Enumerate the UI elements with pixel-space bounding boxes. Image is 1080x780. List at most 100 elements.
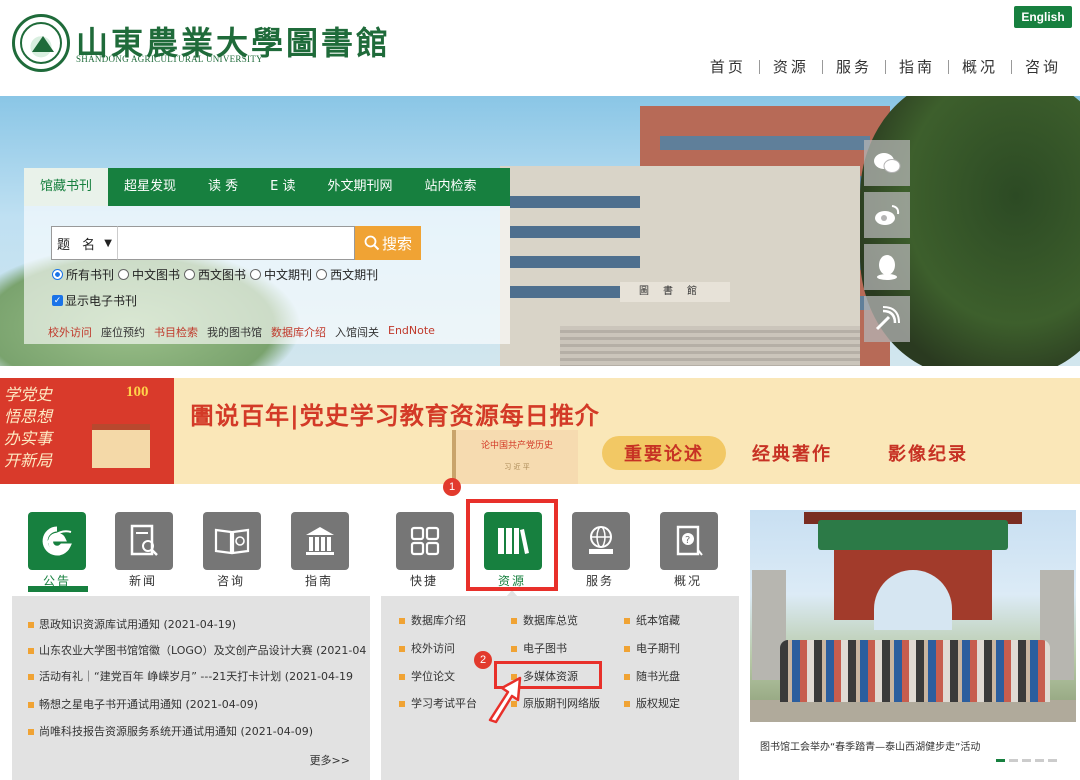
overview-label[interactable]: 概况 [653, 572, 723, 589]
seal-inner [20, 22, 62, 64]
service-label[interactable]: 服务 [565, 572, 635, 589]
radio-all[interactable]: 所有书刊 [52, 266, 114, 283]
list-item[interactable]: 活动有礼｜“建党百年 峥嵘岁月” ---21天打卡计划 (2021-04-19 [28, 668, 368, 684]
res-label: 学位论文 [411, 670, 455, 683]
link-catalog[interactable]: 书目检索 [154, 324, 198, 340]
res-exam-platform[interactable]: 学习考试平台 [399, 695, 477, 711]
photo-caption[interactable]: 图书馆工会举办“春季踏青—泰山西湖健步走”活动 [760, 738, 980, 753]
news-photo[interactable] [750, 510, 1076, 722]
res-label: 校外访问 [411, 642, 455, 655]
radio-dot [52, 269, 63, 280]
res-offcampus[interactable]: 校外访问 [399, 640, 455, 656]
university-seal-logo[interactable] [12, 14, 70, 72]
overview-tile[interactable]: ? [660, 512, 718, 570]
radio-west-books[interactable]: 西文图书 [184, 266, 246, 283]
bullet-icon [624, 646, 630, 652]
radio-west-journals[interactable]: 西文期刊 [316, 266, 378, 283]
link-offcampus[interactable]: 校外访问 [48, 324, 92, 340]
announcement-tile[interactable] [28, 512, 86, 570]
nav-home[interactable]: 首页 [697, 56, 759, 77]
res-print-holdings[interactable]: 纸本馆藏 [624, 612, 680, 628]
tab-duxiu[interactable]: 读 秀 [192, 168, 254, 206]
qq-icon[interactable] [864, 244, 910, 290]
res-cd-discs[interactable]: 随书光盘 [624, 668, 680, 684]
party-banner-emblem: 学党史 悟思想 办实事 开新局 100 [0, 378, 174, 484]
link-db-intro[interactable]: 数据库介绍 [271, 324, 326, 340]
bullet-icon [624, 701, 630, 707]
tab-catalog[interactable]: 馆藏书刊 [24, 168, 109, 206]
arch-plaque [818, 520, 1008, 550]
radio-cn-books[interactable]: 中文图书 [118, 266, 180, 283]
search-field-select[interactable]: 题 名 ▼ [51, 226, 117, 260]
res-label: 数据库介绍 [411, 614, 466, 627]
link-my-library[interactable]: 我的图书馆 [207, 324, 262, 340]
notice-list: 思政知识资源库试用通知 (2021-04-19) 山东农业大学图书馆馆徽（LOG… [12, 596, 370, 780]
bullet-icon [511, 646, 517, 652]
nav-consult[interactable]: 咨询 [1012, 56, 1074, 77]
news-label[interactable]: 新闻 [108, 572, 178, 589]
calligraphy-line: 学党史 [4, 385, 53, 404]
res-ejournals[interactable]: 电子期刊 [624, 640, 680, 656]
radio-dot [316, 269, 328, 280]
nav-resources[interactable]: 资源 [760, 56, 822, 77]
tab-foreign-journals[interactable]: 外文期刊网 [312, 168, 409, 206]
search-button[interactable]: 搜索 [355, 226, 421, 260]
active-tab-indicator [28, 586, 88, 592]
bullet-icon [399, 646, 405, 652]
carousel-dot[interactable] [1009, 759, 1018, 762]
res-db-intro[interactable]: 数据库介绍 [399, 612, 466, 628]
carousel-dot[interactable] [1048, 759, 1057, 762]
header: 山東農業大學圖書館 SHANDONG AGRICULTURAL UNIVERSI… [0, 0, 1080, 96]
carousel-dot[interactable] [1022, 759, 1031, 762]
link-entry-quiz[interactable]: 入馆闯关 [335, 324, 379, 340]
list-item[interactable]: 山东农业大学图书馆馆徽（LOGO）及文创产品设计大赛 (2021-04 [28, 642, 368, 658]
weibo-icon[interactable] [864, 192, 910, 238]
news-tile[interactable] [115, 512, 173, 570]
chevron-down-icon: ▼ [104, 237, 112, 249]
link-seat[interactable]: 座位预约 [101, 324, 145, 340]
centenary-badge: 100 [126, 384, 149, 400]
tab-site-search[interactable]: 站内检索 [409, 168, 493, 206]
list-item[interactable]: 尚唯科技报告资源服务系统开通试用通知 (2021-04-09) [28, 723, 368, 739]
rss-icon[interactable] [864, 296, 910, 342]
consult-tile[interactable] [203, 512, 261, 570]
carousel-dot[interactable] [1035, 759, 1044, 762]
wechat-icon[interactable] [864, 140, 910, 186]
carousel-dot[interactable] [996, 759, 1005, 762]
res-db-overview[interactable]: 数据库总览 [511, 612, 578, 628]
res-copyright[interactable]: 版权规定 [624, 695, 680, 711]
notice-text: 尚唯科技报告资源服务系统开通试用通知 (2021-04-09) [39, 725, 314, 738]
main-nav: 首页 资源 服务 指南 概况 咨询 [697, 56, 1074, 77]
tag-classic-works[interactable]: 经典著作 [752, 440, 832, 466]
tab-chaoxing[interactable]: 超星发现 [108, 168, 192, 206]
res-ebooks[interactable]: 电子图书 [511, 640, 567, 656]
service-tile[interactable] [572, 512, 630, 570]
guide-tile[interactable] [291, 512, 349, 570]
news-icon [130, 524, 158, 556]
list-item[interactable]: 思政知识资源库试用通知 (2021-04-19) [28, 616, 368, 632]
ebook-checkbox[interactable]: ✓ 显示电子书刊 [52, 292, 137, 309]
res-thesis[interactable]: 学位论文 [399, 668, 455, 684]
photo-news[interactable]: 图书馆工会举办“春季踏青—泰山西湖健步走”活动 [750, 510, 1076, 780]
consult-label[interactable]: 咨询 [196, 572, 266, 589]
tab-eread[interactable]: E 读 [254, 168, 311, 206]
calligraphy-line: 悟思想 [4, 407, 53, 426]
tag-video-records[interactable]: 影像纪录 [888, 440, 968, 466]
radio-cn-journals[interactable]: 中文期刊 [250, 266, 312, 283]
tag-important-speeches[interactable]: 重要论述 [602, 436, 726, 470]
link-endnote[interactable]: EndNote [388, 324, 435, 340]
logo-subtitle: SHANDONG AGRICULTURAL UNIVERSITY [76, 54, 263, 64]
nav-services[interactable]: 服务 [823, 56, 885, 77]
shortcut-label[interactable]: 快捷 [389, 572, 459, 589]
search-input[interactable] [117, 226, 355, 260]
shortcut-tile[interactable] [396, 512, 454, 570]
nav-overview[interactable]: 概况 [949, 56, 1011, 77]
party-history-banner[interactable]: 学党史 悟思想 办实事 开新局 100 圕说百年|党史学习教育资源每日推介 论中… [0, 378, 1080, 484]
english-button[interactable]: English [1014, 6, 1072, 28]
list-item[interactable]: 畅想之星电子书开通试用通知 (2021-04-09) [28, 696, 368, 712]
banner-stairs [560, 326, 860, 366]
party-banner-title: 圕说百年|党史学习教育资源每日推介 [190, 402, 600, 430]
nav-guide[interactable]: 指南 [886, 56, 948, 77]
guide-label[interactable]: 指南 [284, 572, 354, 589]
more-link[interactable]: 更多>> [310, 752, 350, 768]
